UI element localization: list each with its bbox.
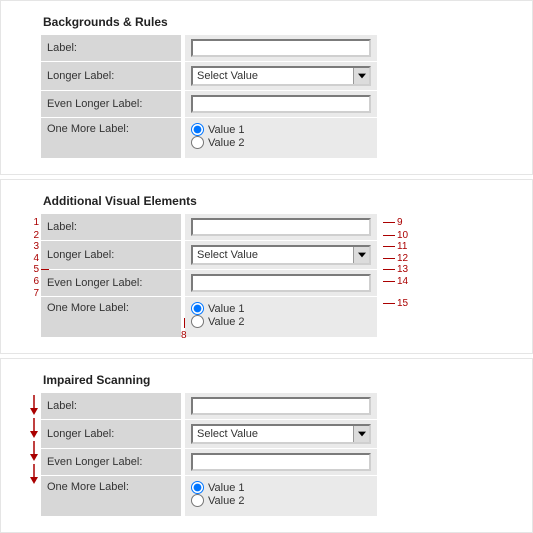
annotation-label: 8	[181, 330, 187, 341]
text-input[interactable]	[191, 39, 371, 57]
field-label: One More Label:	[47, 302, 129, 314]
arrow-down-icon	[29, 464, 39, 487]
select-dropdown[interactable]: Select Value	[191, 66, 371, 86]
radio-label: Value 1	[208, 482, 245, 494]
text-input[interactable]	[191, 95, 371, 113]
text-input[interactable]	[191, 274, 371, 292]
radio-input[interactable]	[191, 123, 204, 136]
annotation-label: 5	[19, 264, 39, 275]
select-value: Select Value	[197, 428, 258, 440]
radio-label: Value 1	[208, 124, 245, 136]
field-label: Even Longer Label:	[47, 456, 142, 468]
input-cell	[185, 449, 377, 475]
form-grid: Label: Longer Label: Select Value Even L…	[41, 393, 512, 516]
annotation-label: 2	[19, 230, 39, 241]
chevron-down-icon	[353, 68, 369, 84]
field-label: Longer Label:	[47, 249, 114, 261]
annotation-label: 3	[19, 241, 39, 252]
input-cell	[185, 270, 377, 296]
label-cell: One More Label:	[41, 118, 181, 158]
arrow-down-icon	[29, 418, 39, 441]
chevron-down-icon	[353, 426, 369, 442]
input-cell	[185, 214, 377, 240]
field-label: Longer Label:	[47, 428, 114, 440]
section-impaired-scanning: Impaired Scanning Label: Longer Label: S…	[0, 358, 533, 533]
input-cell: Value 1 Value 2	[185, 118, 377, 158]
label-cell: Longer Label:	[41, 420, 181, 448]
radio-group: Value 1 Value 2	[191, 481, 245, 507]
radio-option[interactable]: Value 1	[191, 302, 245, 315]
select-dropdown[interactable]: Select Value	[191, 245, 371, 265]
select-value: Select Value	[197, 249, 258, 261]
form-grid: Label: Longer Label: Select Value Even L…	[41, 214, 512, 337]
radio-input[interactable]	[191, 494, 204, 507]
input-cell: Select Value	[185, 241, 377, 269]
radio-input[interactable]	[191, 136, 204, 149]
radio-option[interactable]: Value 2	[191, 315, 245, 328]
field-label: One More Label:	[47, 123, 129, 135]
input-cell	[185, 35, 377, 61]
label-cell: Longer Label:	[41, 241, 181, 269]
section-heading: Impaired Scanning	[43, 373, 512, 387]
radio-input[interactable]	[191, 315, 204, 328]
label-cell: Even Longer Label:	[41, 91, 181, 117]
label-cell: Label:	[41, 393, 181, 419]
input-cell: Value 1 Value 2	[185, 297, 377, 337]
chevron-down-icon	[353, 247, 369, 263]
radio-group: Value 1 Value 2	[191, 123, 245, 149]
label-cell: Longer Label:	[41, 62, 181, 90]
input-cell: Select Value	[185, 62, 377, 90]
label-cell: Even Longer Label:	[41, 449, 181, 475]
input-cell	[185, 91, 377, 117]
radio-label: Value 1	[208, 303, 245, 315]
annotation-label: 4	[19, 253, 39, 264]
select-value: Select Value	[197, 70, 258, 82]
radio-option[interactable]: Value 1	[191, 481, 245, 494]
field-label: Label:	[47, 42, 77, 54]
text-input[interactable]	[191, 397, 371, 415]
label-cell: One More Label:	[41, 297, 181, 337]
field-label: Longer Label:	[47, 70, 114, 82]
section-additional-visual: Additional Visual Elements 1 2 3 4 5 6 7…	[0, 179, 533, 354]
select-dropdown[interactable]: Select Value	[191, 424, 371, 444]
radio-option[interactable]: Value 2	[191, 494, 245, 507]
section-backgrounds-rules: Backgrounds & Rules Label: Longer Label:…	[0, 0, 533, 175]
field-label: Even Longer Label:	[47, 98, 142, 110]
annotation-label: 6	[19, 276, 39, 287]
form-grid: Label: Longer Label: Select Value Even L…	[41, 35, 512, 158]
radio-label: Value 2	[208, 495, 245, 507]
radio-input[interactable]	[191, 302, 204, 315]
radio-label: Value 2	[208, 137, 245, 149]
label-cell: Even Longer Label:	[41, 270, 181, 296]
annotation-label: 7	[19, 288, 39, 299]
field-label: Label:	[47, 221, 77, 233]
section-heading: Additional Visual Elements	[43, 194, 512, 208]
input-cell: Value 1 Value 2	[185, 476, 377, 516]
text-input[interactable]	[191, 453, 371, 471]
radio-label: Value 2	[208, 316, 245, 328]
field-label: Label:	[47, 400, 77, 412]
label-cell: Label:	[41, 214, 181, 240]
arrow-down-icon	[29, 441, 39, 464]
radio-option[interactable]: Value 1	[191, 123, 245, 136]
arrow-down-icon	[29, 395, 39, 418]
label-cell: Label:	[41, 35, 181, 61]
radio-group: Value 1 Value 2	[191, 302, 245, 328]
input-cell: Select Value	[185, 420, 377, 448]
annotation-label: 1	[19, 217, 39, 228]
section-heading: Backgrounds & Rules	[43, 15, 512, 29]
field-label: One More Label:	[47, 481, 129, 493]
label-cell: One More Label:	[41, 476, 181, 516]
input-cell	[185, 393, 377, 419]
field-label: Even Longer Label:	[47, 277, 142, 289]
radio-input[interactable]	[191, 481, 204, 494]
text-input[interactable]	[191, 218, 371, 236]
radio-option[interactable]: Value 2	[191, 136, 245, 149]
